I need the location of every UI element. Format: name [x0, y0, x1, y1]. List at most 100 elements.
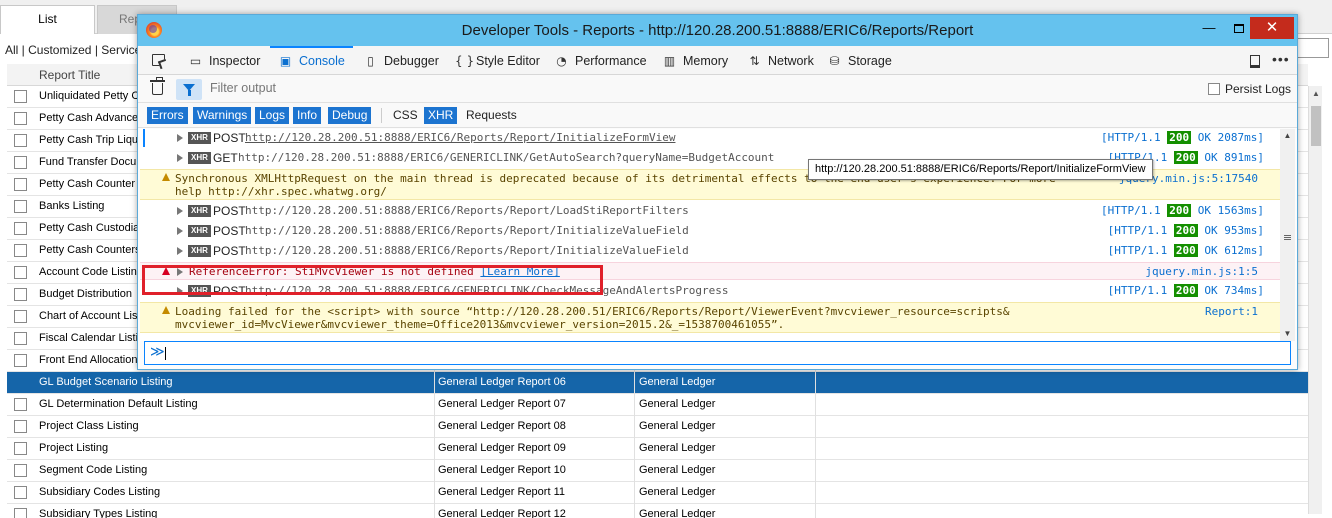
table-row[interactable]: Segment Code Listing General Ledger Repor… [7, 460, 1308, 482]
maximize-button[interactable] [1225, 17, 1253, 39]
network-log-row[interactable]: XHR POST http://120.28.200.51:8888/ERIC6/R… [140, 222, 1280, 240]
row-checkbox[interactable] [14, 420, 27, 433]
network-log-row[interactable]: XHR POST http://120.28.200.51:8888/ERIC6/R… [140, 202, 1280, 220]
row-checkbox[interactable] [14, 222, 27, 235]
request-url[interactable]: http://120.28.200.51:8888/ERIC6/Reports/… [245, 244, 689, 257]
filter-errors[interactable]: Errors [147, 107, 188, 124]
scroll-thumb[interactable] [1311, 106, 1321, 146]
row-checkbox[interactable] [14, 376, 27, 389]
request-url[interactable]: http://120.28.200.51:8888/ERIC6/Reports/… [245, 131, 675, 144]
table-scrollbar[interactable]: ▲ [1308, 86, 1322, 514]
filter-breadcrumb[interactable]: All | Customized | Service [5, 43, 141, 57]
row-checkbox[interactable] [14, 332, 27, 345]
console-scrollbar[interactable]: ▲ ▼ [1280, 129, 1295, 341]
row-checkbox[interactable] [14, 200, 27, 213]
table-row[interactable]: Subsidiary Codes Listing General Ledger R… [7, 482, 1308, 504]
column-separator [434, 460, 435, 482]
tab-network[interactable]: ⇅ Network [747, 46, 813, 75]
row-checkbox[interactable] [14, 178, 27, 191]
debugger-icon: ▯ [367, 53, 374, 68]
row-checkbox[interactable] [14, 134, 27, 147]
console-input[interactable]: ≫ [144, 341, 1291, 365]
devtools-titlebar[interactable]: Developer Tools - Reports - http://120.2… [138, 15, 1297, 46]
toggle-filter-button[interactable] [176, 79, 202, 100]
tab-style-editor[interactable]: { } Style Editor [455, 46, 540, 75]
app-right-control[interactable] [1297, 38, 1329, 58]
minimize-button[interactable]: — [1195, 17, 1223, 39]
response-time: OK 1563ms] [1197, 204, 1264, 217]
cell-report-title: Petty Cash Counter [39, 178, 135, 190]
row-checkbox[interactable] [14, 442, 27, 455]
filter-warnings[interactable]: Warnings [193, 107, 252, 124]
cell-report-title: Project Listing [39, 442, 109, 454]
column-header-report-title[interactable]: Report Title [39, 68, 100, 82]
network-log-row[interactable]: XHR POST http://120.28.200.51:8888/ERIC6/R… [140, 242, 1280, 260]
filter-requests[interactable]: Requests [462, 107, 521, 124]
filter-debug[interactable]: Debug [328, 107, 372, 124]
tab-performance[interactable]: ◔ Performance [554, 46, 646, 75]
row-checkbox[interactable] [14, 266, 27, 279]
warning-message[interactable]: Loading failed for the <script> with sou… [140, 302, 1280, 333]
console-scroll-down-icon[interactable]: ▼ [1280, 327, 1295, 341]
filter-xhr[interactable]: XHR [424, 107, 458, 124]
tool-tab-label: Memory [683, 53, 729, 68]
table-row[interactable]: Project Class Listing General Ledger Repo… [7, 416, 1308, 438]
cell-module: General Ledger [639, 420, 716, 432]
filter-logs[interactable]: Logs [255, 107, 290, 124]
tab-storage[interactable]: ⛁ Storage [827, 46, 891, 75]
row-checkbox[interactable] [14, 354, 27, 367]
clear-console-icon[interactable] [150, 77, 165, 95]
tab-list[interactable]: List [0, 5, 95, 34]
console-scroll-up-icon[interactable]: ▲ [1280, 129, 1295, 143]
xhr-badge: XHR [188, 132, 211, 144]
request-url[interactable]: http://120.28.200.51:8888/ERIC6/Reports/… [245, 204, 689, 217]
expand-triangle-icon[interactable] [177, 227, 183, 235]
row-checkbox[interactable] [14, 112, 27, 125]
http-method: POST [213, 204, 246, 218]
table-row[interactable]: Project Listing General Ledger Report 09 G… [7, 438, 1308, 460]
row-checkbox[interactable] [14, 156, 27, 169]
column-separator [434, 438, 435, 460]
source-link[interactable]: Report:1 [1205, 305, 1258, 318]
expand-triangle-icon[interactable] [177, 207, 183, 215]
row-checkbox[interactable] [14, 486, 27, 499]
row-checkbox[interactable] [14, 90, 27, 103]
expand-triangle-icon[interactable] [177, 247, 183, 255]
cell-report-title: Fiscal Calendar Listi [39, 332, 139, 344]
request-url[interactable]: http://120.28.200.51:8888/ERIC6/Reports/… [245, 224, 689, 237]
status-code-badge: 200 [1173, 244, 1198, 257]
row-checkbox[interactable] [14, 310, 27, 323]
cell-report-title: Unliquidated Petty C [39, 90, 140, 102]
row-checkbox[interactable] [14, 244, 27, 257]
source-link[interactable]: jquery.min.js:1:5 [1145, 265, 1258, 278]
table-row[interactable]: GL Determination Default Listing General … [7, 394, 1308, 416]
filter-info[interactable]: Info [293, 107, 322, 124]
expand-triangle-icon[interactable] [177, 154, 183, 162]
tab-console[interactable]: ▣ Console [270, 46, 353, 75]
table-row[interactable]: GL Budget Scenario Listing General Ledger… [7, 372, 1308, 394]
table-row[interactable]: Subsidiary Types Listing General Ledger R… [7, 504, 1308, 518]
expand-triangle-icon[interactable] [177, 134, 183, 142]
persist-logs-checkbox[interactable] [1208, 83, 1220, 95]
filter-output-input[interactable]: Filter output [210, 81, 710, 95]
dock-side-icon[interactable] [1250, 55, 1260, 68]
tab-inspector[interactable]: ▭ Inspector [188, 46, 261, 75]
row-checkbox[interactable] [14, 288, 27, 301]
row-checkbox[interactable] [14, 464, 27, 477]
scroll-up-arrow-icon[interactable]: ▲ [1309, 86, 1323, 102]
close-button[interactable]: ✕ [1250, 17, 1294, 39]
more-options-icon[interactable]: ••• [1272, 51, 1290, 67]
row-checkbox[interactable] [14, 508, 27, 518]
filter-css[interactable]: CSS [389, 107, 422, 124]
devtools-window: Developer Tools - Reports - http://120.2… [137, 14, 1298, 370]
request-url[interactable]: http://120.28.200.51:8888/ERIC6/GENERICL… [238, 151, 774, 164]
tab-memory[interactable]: ▥ Memory [662, 46, 728, 75]
persist-logs-toggle[interactable]: Persist Logs [1208, 82, 1291, 96]
tab-debugger[interactable]: ▯ Debugger [363, 46, 439, 75]
column-separator [815, 504, 816, 518]
scroll-grip-icon[interactable] [1284, 235, 1291, 240]
row-checkbox[interactable] [14, 398, 27, 411]
network-log-row[interactable]: XHR POST http://120.28.200.51:8888/ERIC6/R… [140, 129, 1280, 147]
element-picker-icon[interactable] [152, 54, 165, 66]
cell-report-title: GL Budget Scenario Listing [39, 376, 173, 388]
